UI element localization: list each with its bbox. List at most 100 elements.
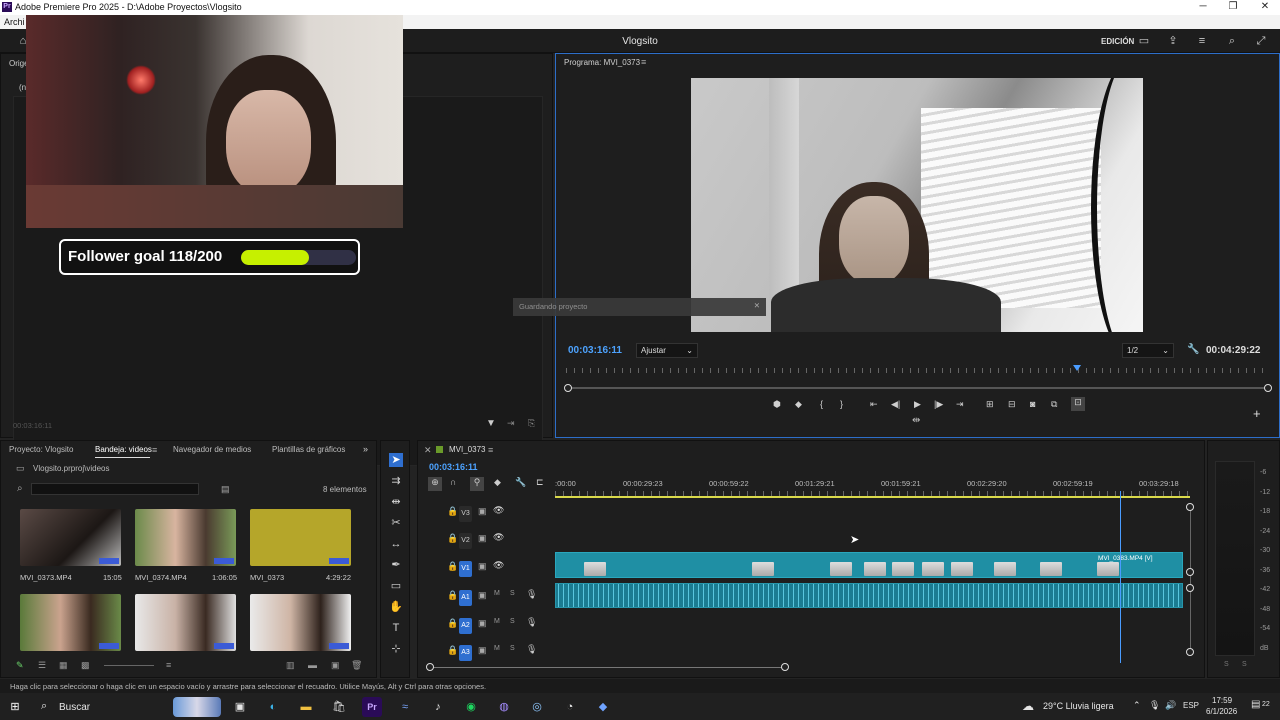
panel-menu-icon[interactable]: ≡ — [488, 445, 493, 455]
comparison-icon[interactable]: ⧉ — [1051, 399, 1057, 410]
program-timecode[interactable]: 00:03:16:11 — [568, 345, 622, 356]
solo-button[interactable]: S — [510, 645, 515, 652]
store-icon[interactable]: 🛍 — [329, 697, 349, 717]
fullscreen-icon[interactable]: ⤢ — [1254, 34, 1268, 48]
close-button[interactable]: ✕ — [1250, 0, 1280, 15]
marker-icon[interactable]: ⬢ — [773, 399, 781, 410]
menu-icon[interactable]: ≡ — [1195, 34, 1209, 48]
sync-lock-icon[interactable]: ▣ — [478, 533, 487, 544]
weather-icon[interactable]: ☁ — [1022, 699, 1034, 713]
tab-media-browser[interactable]: Navegador de medios — [173, 445, 251, 454]
go-to-out-icon[interactable]: ⇥ — [956, 399, 964, 410]
sync-lock-icon[interactable]: ▣ — [478, 645, 487, 656]
linked-selection-icon[interactable]: ⚲ — [470, 477, 484, 491]
zoom-handle-left[interactable] — [564, 384, 572, 392]
lock-icon[interactable]: 🔒 — [447, 561, 458, 572]
restore-button[interactable]: ❐ — [1218, 0, 1248, 15]
new-item-icon[interactable]: ▣ — [331, 660, 340, 671]
list-view-icon[interactable]: ☰ — [38, 660, 46, 671]
insert-icon[interactable]: ⇥ — [507, 418, 515, 429]
zoom-scrollbar[interactable] — [568, 387, 1268, 389]
sync-lock-icon[interactable]: ▣ — [478, 561, 487, 572]
sync-lock-icon[interactable]: ▣ — [478, 618, 487, 629]
toast-close-icon[interactable]: ✕ — [754, 301, 760, 310]
go-to-in-icon[interactable]: ⇤ — [870, 399, 878, 410]
solo-right[interactable]: S — [1242, 661, 1247, 668]
timeline-timecode[interactable]: 00:03:16:11 — [429, 462, 478, 472]
track-name[interactable]: A3 — [459, 645, 472, 661]
bin-search-input[interactable] — [31, 483, 199, 495]
track-name[interactable]: V1 — [459, 561, 472, 577]
wrench-icon[interactable]: 🔧 — [1187, 344, 1199, 355]
audio-clip-a1[interactable] — [555, 583, 1183, 608]
delete-icon[interactable]: 🗑 — [351, 660, 362, 671]
search-icon[interactable]: ⌕ — [1225, 34, 1239, 48]
zoom-slider[interactable] — [104, 665, 154, 666]
solo-left[interactable]: S — [1224, 661, 1229, 668]
file-explorer-icon[interactable]: ▬ — [296, 697, 316, 717]
microphone-icon[interactable]: 🎙 — [526, 644, 537, 655]
lock-icon[interactable]: 🔒 — [447, 533, 458, 544]
icon-view-icon[interactable]: ▦ — [59, 660, 68, 671]
lock-icon[interactable]: 🔒 — [447, 590, 458, 601]
freeform-view-icon[interactable]: ▩ — [81, 660, 90, 671]
program-video-frame[interactable] — [691, 78, 1143, 332]
filter-icon[interactable]: ▼ — [486, 418, 496, 429]
bin-thumb-4[interactable] — [20, 594, 121, 651]
taskbar-search[interactable]: ⌕ Buscar — [33, 697, 221, 717]
windows-start-icon[interactable]: ⊞ — [5, 697, 25, 717]
slip-tool-icon[interactable]: ↔ — [389, 537, 403, 551]
add-marker-icon[interactable]: ◆ — [795, 399, 802, 410]
tab-bin-videos[interactable]: Bandeja: videos — [95, 445, 152, 454]
mute-button[interactable]: M — [494, 618, 500, 625]
mark-out-icon[interactable]: } — [840, 399, 843, 409]
snap-icon[interactable]: ⊕ — [428, 477, 442, 491]
track-select-tool-icon[interactable]: ⇉ — [389, 474, 403, 488]
tray-chevron-icon[interactable]: ⌃ — [1133, 700, 1141, 711]
selection-tool-icon[interactable]: ➤ — [389, 453, 403, 467]
microphone-icon[interactable]: 🎙 — [1149, 700, 1160, 711]
bin-thumb-2[interactable] — [135, 509, 236, 566]
captions-icon[interactable]: ⊏ — [536, 477, 544, 488]
language-indicator[interactable]: ESP — [1183, 701, 1199, 710]
clock-time[interactable]: 17:59 — [1212, 696, 1232, 705]
lock-icon[interactable]: 🔒 — [447, 645, 458, 656]
play-icon[interactable]: ▶ — [914, 399, 921, 410]
premiere-taskbar-icon[interactable]: Pr — [362, 697, 382, 717]
overwrite-clip-icon[interactable]: ⊟ — [1008, 399, 1016, 410]
rectangle-tool-icon[interactable]: ▭ — [389, 579, 403, 593]
close-sequence-icon[interactable]: ✕ — [424, 445, 432, 456]
clock-date[interactable]: 6/1/2026 — [1206, 707, 1237, 716]
weather-text[interactable]: 29°C Lluvia ligera — [1043, 701, 1114, 711]
track-name[interactable]: V3 — [459, 506, 472, 522]
pencil-icon[interactable]: ✎ — [16, 660, 24, 671]
resolution-dropdown[interactable]: 1/2 ⌄ — [1122, 343, 1174, 358]
spotify-icon[interactable]: ◉ — [461, 697, 481, 717]
tab-project[interactable]: Proyecto: Vlogsito — [9, 445, 73, 454]
edge-icon[interactable]: ◐ — [263, 697, 283, 717]
more-tabs-icon[interactable]: » — [363, 444, 368, 454]
solo-button[interactable]: S — [510, 590, 515, 597]
app-icon[interactable]: ◆ — [593, 697, 613, 717]
bin-thumb-3[interactable] — [250, 509, 351, 566]
audition-icon[interactable]: ≈ — [395, 697, 415, 717]
eye-icon[interactable]: 👁 — [493, 560, 504, 571]
notification-icon[interactable]: ▤ — [1251, 699, 1260, 710]
export-frame-icon[interactable]: ⎘ — [528, 418, 535, 429]
program-ruler[interactable] — [566, 368, 1268, 373]
scroll-handle-right[interactable] — [781, 663, 789, 671]
track-name[interactable]: A1 — [459, 590, 472, 606]
vertical-scrollbar[interactable] — [1190, 507, 1191, 652]
panel-menu-icon[interactable]: ≡ — [641, 57, 646, 67]
workspace-label[interactable]: EDICIÓN — [1101, 37, 1134, 46]
magnet-icon[interactable]: ∩ — [450, 477, 456, 487]
folder-icon[interactable]: ▬ — [308, 660, 317, 670]
obs-icon[interactable]: ◔ — [560, 697, 580, 717]
program-title[interactable]: Programa: MVI_0373 — [564, 58, 640, 67]
menu-archivo[interactable]: Archi — [4, 17, 25, 27]
type-tool-icon[interactable]: T — [389, 621, 403, 635]
mute-button[interactable]: M — [494, 645, 500, 652]
safe-margin-icon[interactable]: ⊡ — [1071, 397, 1085, 411]
pen-tool-icon[interactable]: ✒ — [389, 558, 403, 572]
scroll-handle-left[interactable] — [426, 663, 434, 671]
